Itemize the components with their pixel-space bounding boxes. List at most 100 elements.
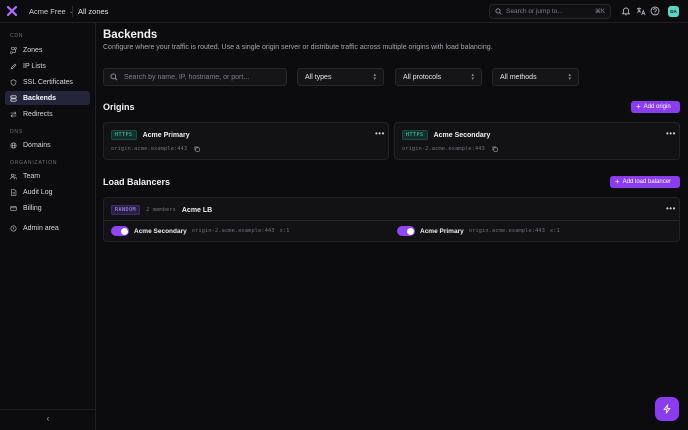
origin-card[interactable]: HTTPS Acme Primary ••• origin.acme.examp… bbox=[103, 122, 389, 160]
sidebar-item-label: Backends bbox=[23, 94, 57, 102]
edit-list-icon bbox=[10, 63, 17, 69]
lightning-icon bbox=[663, 404, 671, 414]
redirect-icon bbox=[10, 110, 17, 118]
sidebar-item-domains[interactable]: Domains bbox=[5, 138, 90, 152]
sidebar-section-dns: DNS bbox=[10, 129, 23, 135]
protocol-badge: HTTPS bbox=[402, 130, 428, 140]
sidebar-item-label: Team bbox=[23, 172, 41, 180]
bell-icon[interactable] bbox=[621, 6, 631, 16]
protocol-badge: HTTPS bbox=[111, 130, 137, 140]
collapse-sidebar-icon[interactable]: ‹ bbox=[43, 414, 53, 424]
sidebar-item-team[interactable]: Team bbox=[5, 169, 90, 183]
shield-icon bbox=[10, 78, 17, 86]
sidebar-section-cdn: CDN bbox=[10, 33, 24, 39]
copy-icon[interactable] bbox=[492, 146, 498, 152]
member-name: Acme Primary bbox=[420, 227, 464, 235]
add-origin-label: Add origin bbox=[643, 104, 671, 110]
origin-address-row: origin-2.acme.example:443 bbox=[402, 146, 498, 152]
member-name: Acme Secondary bbox=[134, 227, 187, 235]
sidebar-item-ssl-certificates[interactable]: SSL Certificates bbox=[5, 75, 90, 89]
origin-header: HTTPS Acme Secondary bbox=[402, 130, 490, 140]
credit-card-icon bbox=[10, 205, 17, 211]
help-icon[interactable] bbox=[650, 6, 660, 16]
load-balancer-card[interactable]: RANDOM 2 members Acme LB ••• Acme Second… bbox=[103, 197, 680, 242]
lb-member-row: Acme Primary origin.acme.example:443 x:1 bbox=[397, 226, 560, 236]
sidebar-item-redirects[interactable]: Redirects bbox=[5, 107, 90, 121]
quick-action-button[interactable] bbox=[655, 397, 679, 421]
logo-icon[interactable] bbox=[6, 5, 18, 17]
sidebar-section-organization: ORGANIZATION bbox=[10, 160, 58, 166]
origin-name: Acme Secondary bbox=[433, 131, 491, 139]
sidebar-item-label: IP Lists bbox=[23, 62, 46, 70]
search-icon bbox=[110, 73, 118, 81]
member-address: origin.acme.example:443 bbox=[468, 228, 545, 234]
page-title: Backends bbox=[103, 29, 158, 41]
add-load-balancer-label: Add load balancer bbox=[622, 179, 672, 185]
member-weight: x:1 bbox=[549, 228, 560, 234]
global-search[interactable]: Search or jump to... ⌘K bbox=[489, 4, 611, 19]
more-options-icon[interactable]: ••• bbox=[666, 130, 676, 138]
copy-icon[interactable] bbox=[194, 146, 200, 152]
origin-address: origin-2.acme.example:443 bbox=[402, 146, 485, 152]
sidebar-item-label: Redirects bbox=[23, 110, 53, 118]
zone-selector[interactable]: All zones bbox=[78, 7, 108, 16]
type-filter-value: All types bbox=[305, 73, 332, 81]
method-filter-select[interactable]: All methods ▴ ▾ bbox=[492, 68, 579, 86]
sidebar-item-audit-log[interactable]: Audit Log bbox=[5, 185, 90, 199]
divider bbox=[0, 409, 95, 410]
add-load-balancer-button[interactable]: + Add load balancer bbox=[610, 176, 680, 188]
type-filter-select[interactable]: All types ▴ ▾ bbox=[297, 68, 384, 86]
sidebar-item-admin-area[interactable]: Admin area bbox=[5, 221, 90, 235]
org-switcher[interactable]: Acme Free ⌄ bbox=[29, 7, 74, 16]
sidebar-item-billing[interactable]: Billing bbox=[5, 201, 90, 215]
more-options-icon[interactable]: ••• bbox=[666, 205, 676, 213]
plus-icon: + bbox=[636, 102, 641, 111]
admin-icon bbox=[10, 225, 17, 231]
member-address: origin-2.acme.example:443 bbox=[191, 228, 275, 234]
route-icon bbox=[10, 46, 17, 54]
sidebar-item-ip-lists[interactable]: IP Lists bbox=[5, 59, 90, 73]
member-weight: x:1 bbox=[279, 228, 290, 234]
method-filter-value: All methods bbox=[500, 73, 537, 81]
origins-heading: Origins bbox=[103, 102, 135, 112]
search-icon bbox=[495, 8, 502, 15]
origin-address-row: origin.acme.example:443 bbox=[111, 146, 200, 152]
sidebar-item-zones[interactable]: Zones bbox=[5, 43, 90, 57]
member-enabled-toggle[interactable] bbox=[111, 226, 129, 236]
server-icon bbox=[10, 95, 17, 101]
origin-card[interactable]: HTTPS Acme Secondary ••• origin-2.acme.e… bbox=[394, 122, 680, 160]
sidebar-item-backends[interactable]: Backends bbox=[5, 91, 90, 105]
origin-name: Acme Primary bbox=[142, 131, 190, 139]
members-count: 2 members bbox=[146, 207, 176, 213]
backend-search[interactable] bbox=[103, 68, 287, 86]
backend-search-input[interactable] bbox=[124, 73, 280, 81]
more-options-icon[interactable]: ••• bbox=[375, 130, 385, 138]
sidebar-item-label: SSL Certificates bbox=[23, 78, 73, 86]
avatar[interactable]: DA bbox=[668, 6, 679, 17]
select-chevrons-icon: ▴ ▾ bbox=[568, 72, 571, 82]
sidebar-item-label: Zones bbox=[23, 46, 43, 54]
global-search-placeholder: Search or jump to... bbox=[506, 8, 563, 15]
protocol-filter-value: All protocols bbox=[403, 73, 442, 81]
translate-icon[interactable] bbox=[636, 6, 646, 16]
sidebar-item-label: Domains bbox=[23, 141, 51, 149]
origin-header: HTTPS Acme Primary bbox=[111, 130, 190, 140]
top-bar: Acme Free ⌄ All zones Search or jump to.… bbox=[0, 0, 688, 23]
select-chevrons-icon: ▴ ▾ bbox=[373, 72, 376, 82]
users-icon bbox=[10, 173, 17, 179]
globe-icon bbox=[10, 142, 17, 148]
origin-address: origin.acme.example:443 bbox=[111, 146, 188, 152]
member-enabled-toggle[interactable] bbox=[397, 226, 415, 236]
page-subtitle: Configure where your traffic is routed. … bbox=[103, 44, 493, 51]
protocol-filter-select[interactable]: All protocols ▴ ▾ bbox=[395, 68, 482, 86]
plus-icon: + bbox=[615, 177, 620, 186]
sidebar-item-label: Admin area bbox=[23, 224, 59, 232]
load-balancer-header: RANDOM 2 members Acme LB bbox=[111, 205, 212, 215]
load-balancers-heading: Load Balancers bbox=[103, 177, 171, 187]
sidebar: CDN Zones IP Lists SSL Certificates Back… bbox=[0, 23, 96, 430]
select-chevrons-icon: ▴ ▾ bbox=[471, 72, 474, 82]
divider bbox=[104, 220, 679, 221]
add-origin-button[interactable]: + Add origin bbox=[631, 101, 680, 113]
method-badge: RANDOM bbox=[111, 205, 141, 215]
load-balancer-name: Acme LB bbox=[181, 206, 213, 214]
